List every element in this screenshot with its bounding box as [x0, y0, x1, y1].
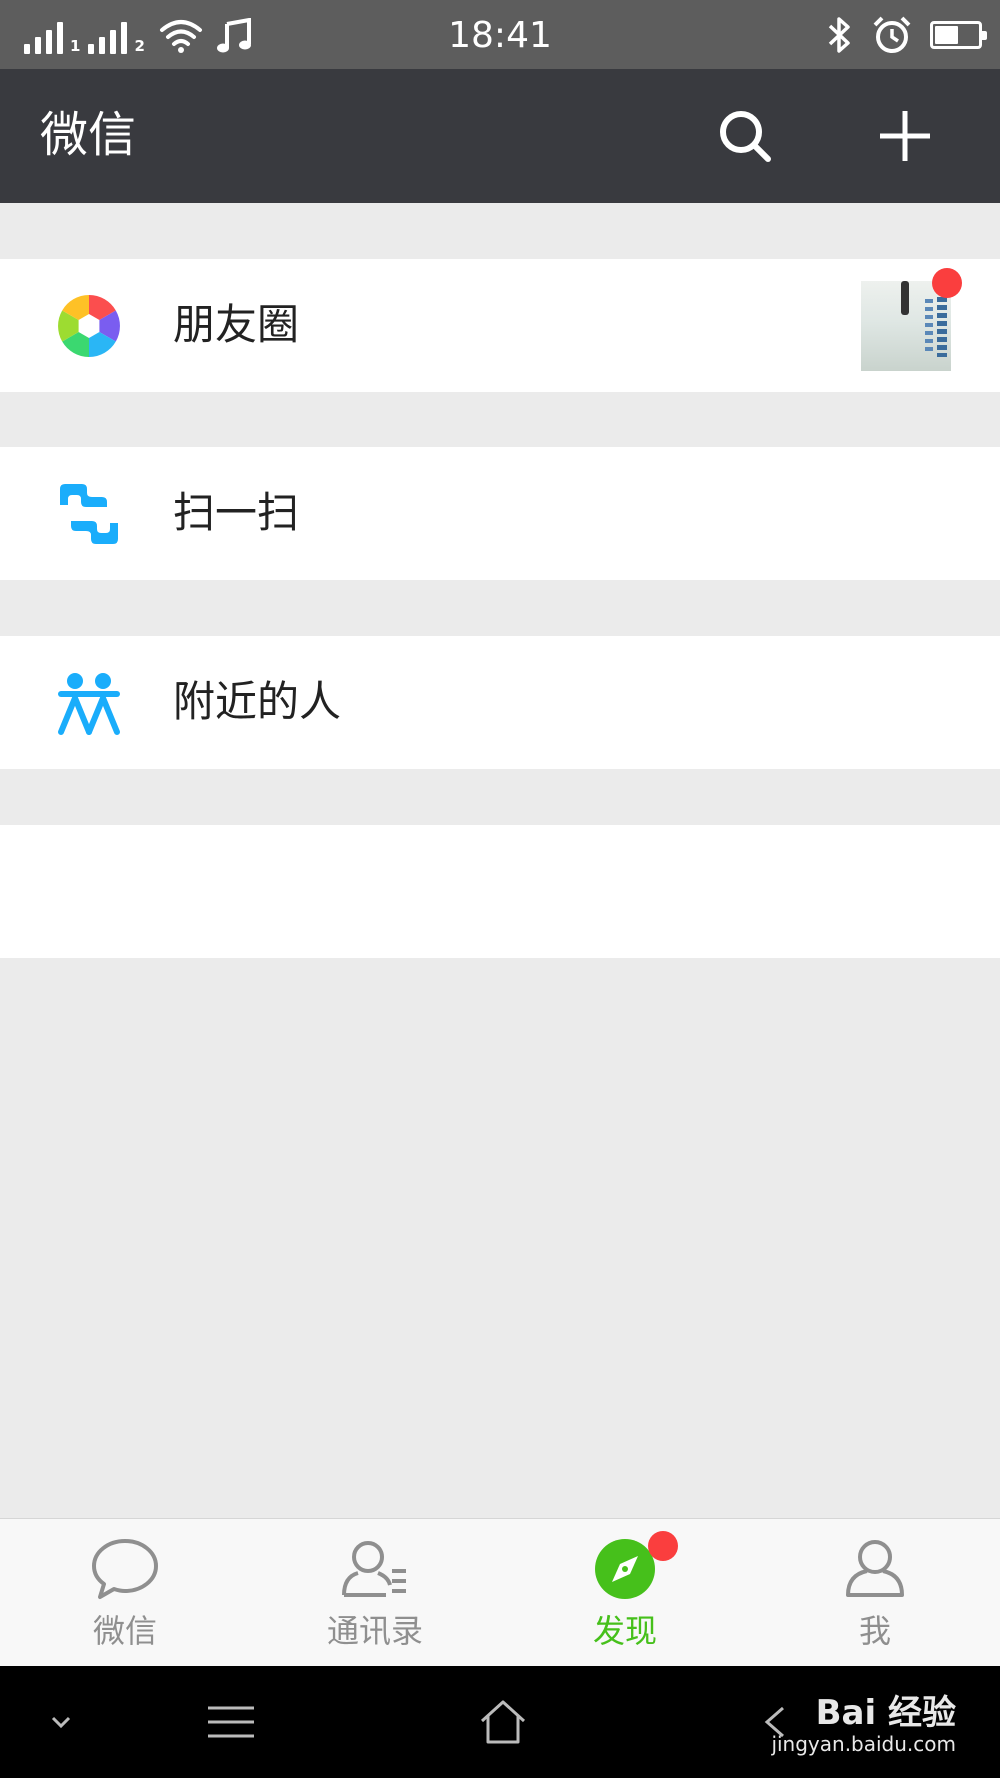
bluetooth-icon	[828, 17, 850, 53]
status-bar: 1 2 18:41	[0, 0, 1000, 69]
moments-badge	[932, 268, 962, 298]
collapse-chevron-icon[interactable]	[16, 1666, 106, 1778]
tab-me[interactable]: 我	[750, 1519, 1000, 1667]
list-item-blank[interactable]	[0, 825, 1000, 958]
alarm-icon	[873, 16, 911, 53]
tab-discover[interactable]: 发现	[500, 1519, 750, 1667]
menu-icon[interactable]	[186, 1666, 276, 1778]
scan-label: 扫一扫	[173, 488, 300, 537]
moments-aperture-icon	[58, 295, 120, 357]
title-bar: 微信	[0, 69, 1000, 203]
baidu-watermark: Bai 经验 jingyan.baidu.com	[771, 1694, 956, 1756]
watermark-main: Bai 经验	[815, 1693, 956, 1733]
list-item-people-nearby[interactable]: 附近的人	[0, 636, 1000, 769]
people-nearby-icon	[58, 673, 120, 735]
contacts-icon	[342, 1541, 406, 1597]
watermark-sub: jingyan.baidu.com	[771, 1732, 956, 1756]
tab-chats[interactable]: 微信	[0, 1519, 250, 1667]
discover-badge	[648, 1531, 678, 1561]
people-nearby-label: 附近的人	[173, 677, 342, 726]
tab-me-label: 我	[858, 1612, 891, 1650]
search-icon[interactable]	[714, 105, 776, 167]
tab-bar: 微信 通讯录 发现 我	[0, 1518, 1000, 1666]
scan-icon	[60, 484, 118, 544]
tab-contacts-label: 通讯录	[326, 1612, 423, 1650]
page-title: 微信	[40, 107, 137, 163]
list-item-moments[interactable]: 朋友圈	[0, 259, 1000, 392]
status-right	[826, 14, 987, 56]
system-nav-bar: Bai 经验 jingyan.baidu.com	[0, 1666, 1000, 1778]
list-item-scan[interactable]: 扫一扫	[0, 447, 1000, 580]
chat-bubble-icon	[92, 1539, 158, 1599]
person-icon	[846, 1540, 904, 1597]
tab-discover-label: 发现	[592, 1612, 657, 1650]
moments-label: 朋友圈	[173, 300, 300, 349]
tab-chats-label: 微信	[92, 1612, 157, 1650]
battery-icon	[930, 21, 987, 49]
home-icon[interactable]	[458, 1666, 548, 1778]
tab-contacts[interactable]: 通讯录	[250, 1519, 500, 1667]
plus-icon[interactable]	[874, 105, 936, 167]
